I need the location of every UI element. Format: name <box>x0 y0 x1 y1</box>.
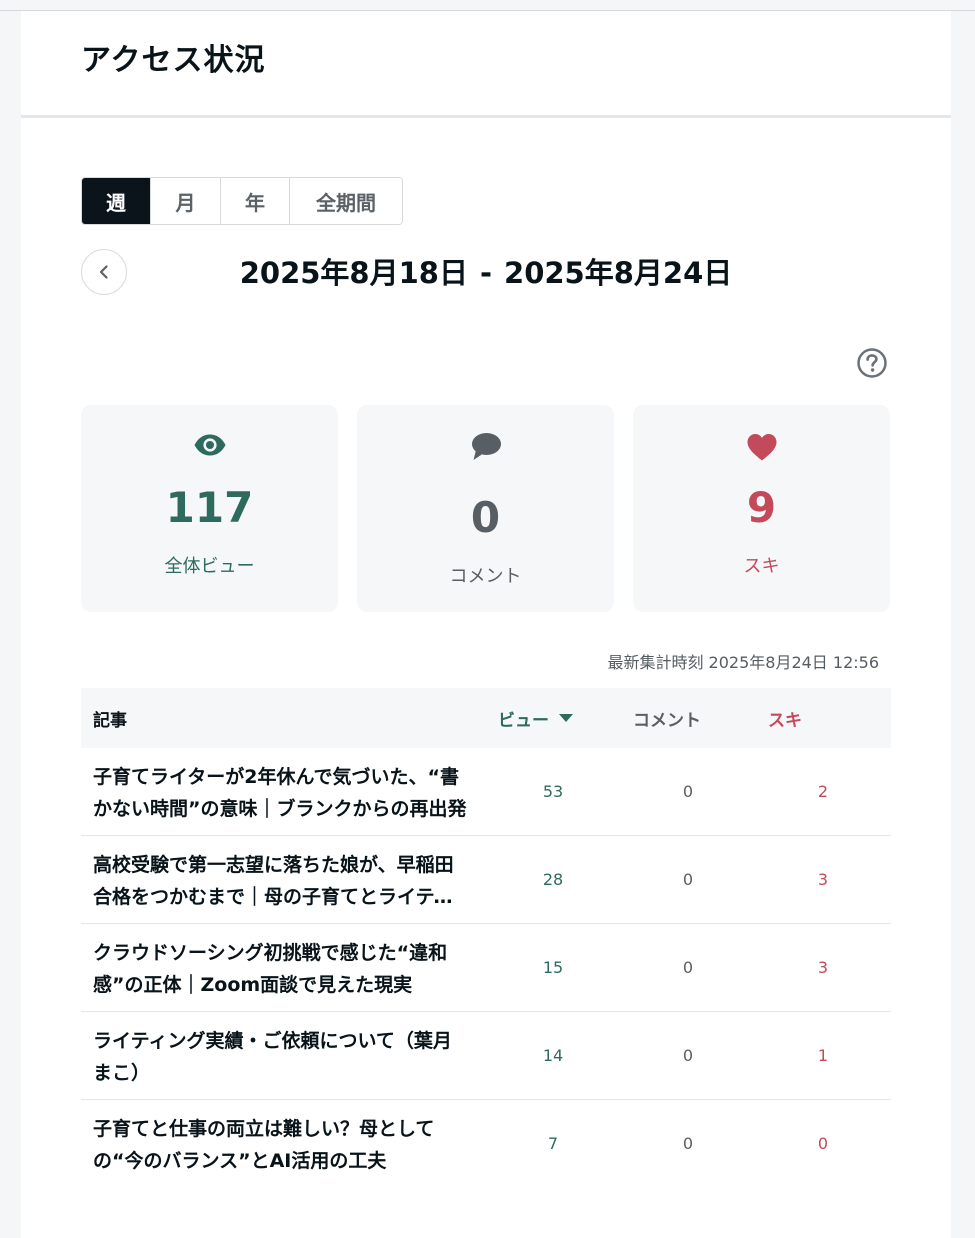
likes-label: スキ <box>743 556 780 577</box>
likes-stat-card: 9 スキ <box>633 405 890 612</box>
row-likes: 3 <box>817 870 829 889</box>
column-likes[interactable]: スキ <box>768 706 802 731</box>
speech-bubble-icon <box>471 433 501 460</box>
views-label: 全体ビュー <box>164 556 255 577</box>
date-range: 2025年8月18日 -2025年8月24日 <box>221 251 751 295</box>
date-range-separator: - <box>479 256 493 290</box>
sort-down-icon <box>559 714 573 722</box>
row-comments: 0 <box>682 870 694 889</box>
likes-total: 9 <box>746 483 777 532</box>
table-row[interactable]: クラウドソーシング初挑戦で感じた“違和感”の正体｜Zoom面談で見えた現実 15… <box>81 924 891 1012</box>
article-title[interactable]: クラウドソーシング初挑戦で感じた“違和感”の正体｜Zoom面談で見えた現実 <box>93 937 469 1001</box>
help-icon[interactable] <box>856 347 888 379</box>
row-likes: 3 <box>817 958 829 977</box>
row-comments: 0 <box>682 1134 694 1153</box>
column-comments[interactable]: コメント <box>633 706 701 731</box>
previous-period-button[interactable] <box>81 249 127 295</box>
column-views-label: ビュー <box>498 710 549 731</box>
article-title[interactable]: 子育てと仕事の両立は難しい？母としての“今のバランス”とAI活用の工夫 <box>93 1113 469 1177</box>
column-article: 記事 <box>93 710 127 731</box>
row-likes: 1 <box>817 1046 829 1065</box>
tab-all-time[interactable]: 全期間 <box>290 178 402 224</box>
row-views: 7 <box>547 1134 559 1153</box>
column-views-sort[interactable]: ビュー <box>498 706 573 731</box>
row-comments: 0 <box>682 782 694 801</box>
article-title[interactable]: 高校受験で第一志望に落ちた娘が、早稲田合格をつかむまで｜母の子育てとライティング <box>93 849 469 913</box>
heart-icon <box>747 434 776 461</box>
tab-week[interactable]: 週 <box>82 178 151 224</box>
row-views: 28 <box>542 870 564 889</box>
date-range-start: 2025年8月18日 <box>239 256 468 290</box>
access-panel: アクセス状況 週 月 年 全期間 2025年8月18日 -2025年8月24日 1… <box>21 11 951 1238</box>
comments-total: 0 <box>470 493 501 542</box>
article-title[interactable]: 子育てライターが2年休んで気づいた、“書かない時間”の意味｜ブランクからの再出発 <box>93 761 469 825</box>
row-views: 15 <box>542 958 564 977</box>
article-title[interactable]: ライティング実績・ご依頼について（葉月まこ） <box>93 1025 469 1089</box>
row-comments: 0 <box>682 958 694 977</box>
table-row[interactable]: 子育てライターが2年休んで気づいた、“書かない時間”の意味｜ブランクからの再出発… <box>81 748 891 836</box>
page-title: アクセス状況 <box>81 43 266 78</box>
page-header: アクセス状況 <box>21 11 951 118</box>
row-likes: 0 <box>817 1134 829 1153</box>
tab-month[interactable]: 月 <box>151 178 221 224</box>
articles-table: 記事 ビュー コメント スキ 子育てライターが2年休んで気づいた、“書かない時間… <box>81 688 891 1187</box>
period-tabs: 週 月 年 全期間 <box>81 177 403 225</box>
table-row[interactable]: ライティング実績・ご依頼について（葉月まこ） 14 0 1 <box>81 1012 891 1100</box>
table-header: 記事 ビュー コメント スキ <box>81 688 891 748</box>
eye-icon <box>194 434 225 456</box>
date-range-end: 2025年8月24日 <box>504 256 733 290</box>
views-stat-card: 117 全体ビュー <box>81 405 338 612</box>
comments-label: コメント <box>449 566 522 587</box>
comments-stat-card: 0 コメント <box>357 405 614 612</box>
views-total: 117 <box>165 483 254 532</box>
table-row[interactable]: 高校受験で第一志望に落ちた娘が、早稲田合格をつかむまで｜母の子育てとライティング… <box>81 836 891 924</box>
row-views: 14 <box>542 1046 564 1065</box>
row-views: 53 <box>542 782 564 801</box>
row-comments: 0 <box>682 1046 694 1065</box>
tab-year[interactable]: 年 <box>221 178 290 224</box>
last-updated-text: 最新集計時刻 2025年8月24日 12:56 <box>607 653 879 672</box>
table-row[interactable]: 子育てと仕事の両立は難しい？母としての“今のバランス”とAI活用の工夫 7 0 … <box>81 1100 891 1187</box>
row-likes: 2 <box>817 782 829 801</box>
chevron-left-icon <box>99 265 108 279</box>
